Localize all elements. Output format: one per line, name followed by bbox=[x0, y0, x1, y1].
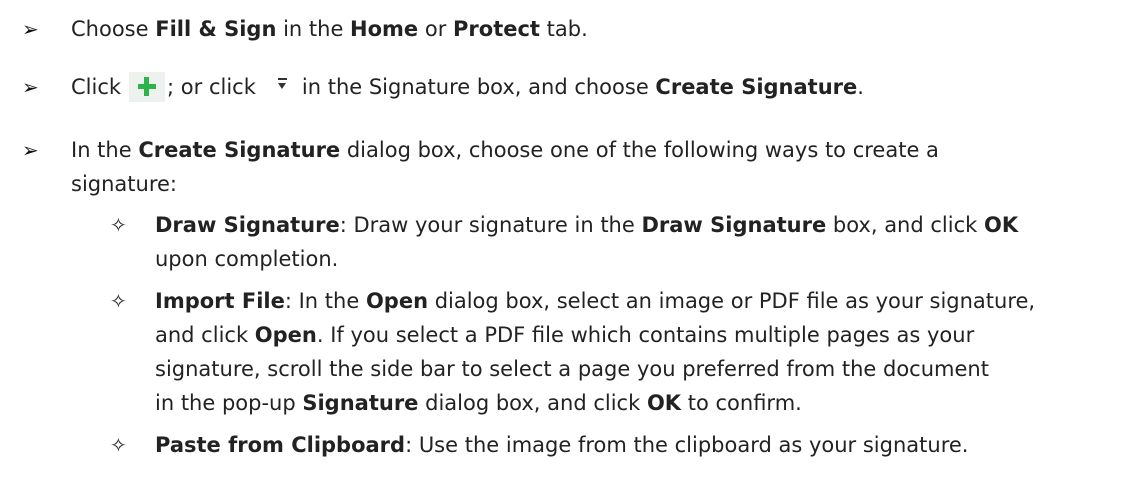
step-2-text: Click; or click in the Signature box, and… bbox=[71, 72, 864, 102]
star-bullet-icon: ✧ bbox=[110, 213, 127, 237]
create-signature-label: Create Signature bbox=[655, 75, 858, 99]
dropdown-icon bbox=[274, 72, 292, 102]
step-1-text: Choose Fill & Sign in the Home or Protec… bbox=[71, 17, 588, 41]
import-file-label: Import File bbox=[155, 289, 285, 313]
arrow-bullet-icon: ➢ bbox=[22, 17, 39, 41]
arrow-bullet-icon: ➢ bbox=[22, 75, 39, 99]
protect-tab-label: Protect bbox=[453, 17, 540, 41]
create-signature-label: Create Signature bbox=[138, 138, 341, 162]
home-tab-label: Home bbox=[350, 17, 419, 41]
arrow-bullet-icon: ➢ bbox=[22, 138, 39, 162]
paste-from-clipboard-label: Paste from Clipboard bbox=[155, 433, 406, 457]
draw-signature-label: Draw Signature bbox=[155, 213, 340, 237]
star-bullet-icon: ✧ bbox=[110, 289, 127, 313]
star-bullet-icon: ✧ bbox=[110, 433, 127, 457]
ok-label: OK bbox=[983, 213, 1019, 237]
fill-sign-label: Fill & Sign bbox=[155, 17, 277, 41]
plus-icon bbox=[129, 72, 166, 102]
step-3-text: In the Create Signature dialog box, choo… bbox=[71, 138, 939, 162]
